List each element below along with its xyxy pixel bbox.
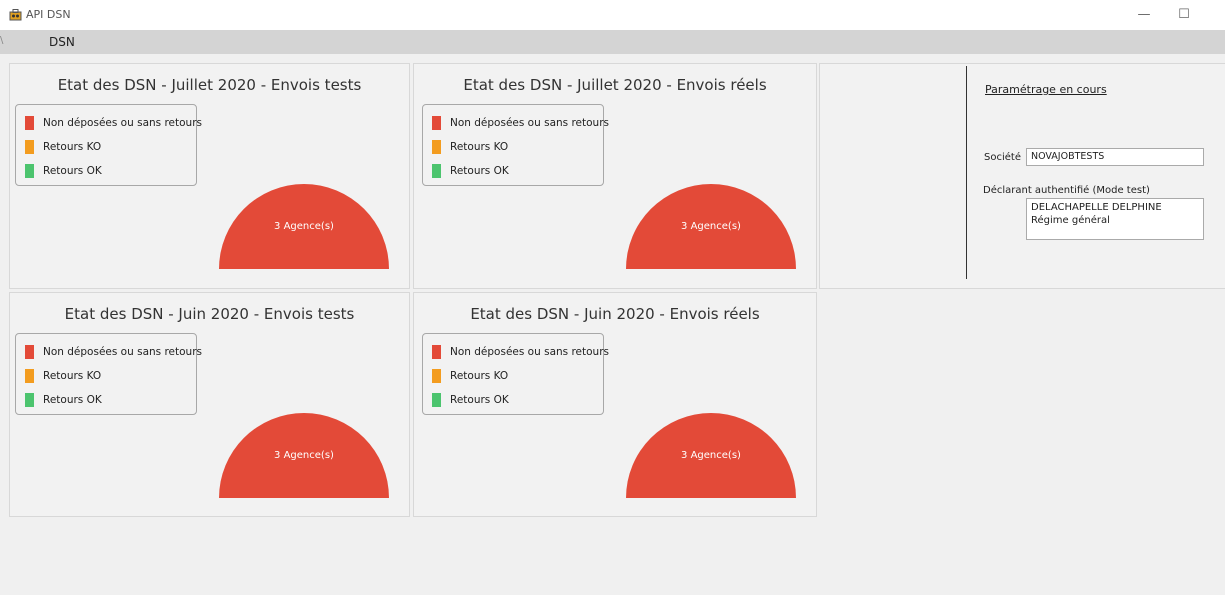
- legend-swatch-green: [432, 393, 441, 407]
- gauge-label: 3 Agence(s): [681, 450, 741, 461]
- panel-title: Etat des DSN - Juillet 2020 - Envois rée…: [463, 76, 767, 94]
- dsn-panel-july-tests: Etat des DSN - Juillet 2020 - Envois tes…: [9, 63, 410, 289]
- legend-swatch-red: [25, 345, 34, 359]
- legend-swatch-red: [432, 116, 441, 130]
- maximize-button[interactable]: ☐: [1164, 4, 1204, 26]
- legend-swatch-green: [432, 164, 441, 178]
- dsn-panel-july-real: Etat des DSN - Juillet 2020 - Envois rée…: [413, 63, 817, 289]
- gauge-label: 3 Agence(s): [681, 221, 741, 232]
- legend-swatch-red: [432, 345, 441, 359]
- dsn-panel-june-tests: Etat des DSN - Juin 2020 - Envois tests …: [9, 292, 410, 517]
- company-field[interactable]: NOVAJOBTESTS: [1026, 148, 1204, 166]
- chart-legend: Non déposées ou sans retours Retours KO …: [15, 333, 202, 415]
- declarant-field[interactable]: DELACHAPELLE DELPHINE Régime général: [1026, 198, 1204, 240]
- gauge-label: 3 Agence(s): [274, 450, 334, 461]
- menu-bar: \ DSN: [0, 30, 1225, 54]
- window-title: API DSN: [26, 8, 71, 21]
- panel-title: Etat des DSN - Juin 2020 - Envois réels: [470, 305, 760, 323]
- chart-legend: Non déposées ou sans retours Retours KO …: [422, 333, 609, 415]
- declarant-name: DELACHAPELLE DELPHINE: [1031, 202, 1162, 213]
- legend-swatch-orange: [25, 140, 34, 154]
- settings-panel: Paramétrage en cours Société NOVAJOBTEST…: [819, 63, 1225, 289]
- menu-item-dsn[interactable]: DSN: [49, 35, 75, 49]
- legend-swatch-red: [25, 116, 34, 130]
- minimize-button[interactable]: —: [1124, 4, 1164, 26]
- legend-swatch-orange: [432, 369, 441, 383]
- menu-overflow-icon: \: [0, 35, 4, 46]
- legend-swatch-orange: [432, 140, 441, 154]
- legend-swatch-orange: [25, 369, 34, 383]
- company-label: Société: [984, 152, 1021, 163]
- app-icon: [9, 9, 22, 21]
- settings-link[interactable]: Paramétrage en cours: [985, 83, 1107, 96]
- vertical-separator: [966, 66, 967, 279]
- legend-swatch-green: [25, 393, 34, 407]
- panel-title: Etat des DSN - Juillet 2020 - Envois tes…: [57, 76, 362, 94]
- declarant-regime: Régime général: [1031, 215, 1110, 226]
- chart-legend: Non déposées ou sans retours Retours KO …: [422, 104, 609, 186]
- panel-title: Etat des DSN - Juin 2020 - Envois tests: [64, 305, 355, 323]
- dsn-panel-june-real: Etat des DSN - Juin 2020 - Envois réels …: [413, 292, 817, 517]
- chart-legend: Non déposées ou sans retours Retours KO …: [15, 104, 202, 186]
- legend-swatch-green: [25, 164, 34, 178]
- window-titlebar: API DSN — ☐: [0, 0, 1225, 30]
- declarant-label: Déclarant authentifié (Mode test): [983, 185, 1150, 196]
- gauge-label: 3 Agence(s): [274, 221, 334, 232]
